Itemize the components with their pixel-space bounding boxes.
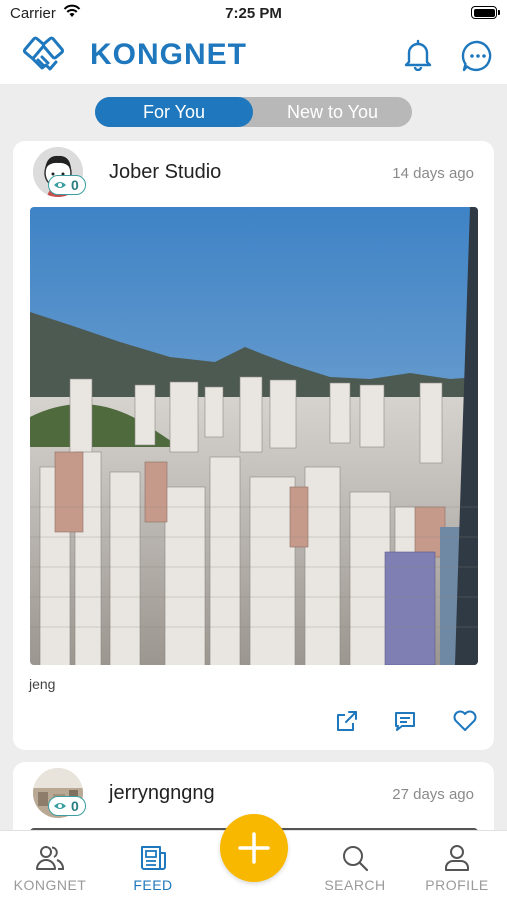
plus-icon [238,832,270,864]
app-header: KONGNET [0,28,507,84]
post-caption: jeng [29,676,56,692]
app-title: KONGNET [90,38,247,71]
chat-icon[interactable] [461,39,495,73]
tab-label: KONGNET [13,877,87,893]
view-count-badge: 0 [48,175,86,195]
post-time: 27 days ago [392,786,474,803]
tab-label: SEARCH [324,877,386,893]
view-count-badge: 0 [48,796,86,816]
search-icon [343,846,369,872]
share-icon[interactable] [335,709,359,733]
status-bar: Carrier 7:25 PM [0,0,507,28]
profile-icon [445,845,469,871]
post-author[interactable]: Jober Studio [109,161,221,184]
city-skyline-photo [30,207,478,665]
tab-new-to-you[interactable]: New to You [253,97,412,127]
view-count: 0 [71,177,79,193]
tab-for-you[interactable]: For You [95,97,253,127]
post-card: 0 Jober Studio 14 days ago jeng [13,141,494,750]
tab-kongnet[interactable]: KONGNET [0,831,100,901]
create-post-button[interactable] [220,814,288,882]
eye-icon [54,803,66,809]
tab-profile[interactable]: PROFILE [407,831,507,901]
post-photo[interactable] [30,207,478,665]
battery-icon [471,6,500,19]
clock: 7:25 PM [225,5,282,22]
post-author[interactable]: jerryngngng [109,782,215,805]
feed-segment-control: For You New to You [95,97,412,127]
tab-search[interactable]: SEARCH [305,831,405,901]
tab-label: PROFILE [425,877,489,893]
tab-feed[interactable]: FEED [103,831,203,901]
people-icon [36,846,64,870]
heart-icon[interactable] [452,709,478,733]
bell-icon[interactable] [403,39,433,71]
view-count: 0 [71,798,79,814]
feed-icon [141,846,166,870]
post-time: 14 days ago [392,165,474,182]
eye-icon [54,182,66,188]
tab-label: FEED [133,877,173,893]
handshake-icon [22,36,65,71]
comment-icon[interactable] [393,709,417,733]
